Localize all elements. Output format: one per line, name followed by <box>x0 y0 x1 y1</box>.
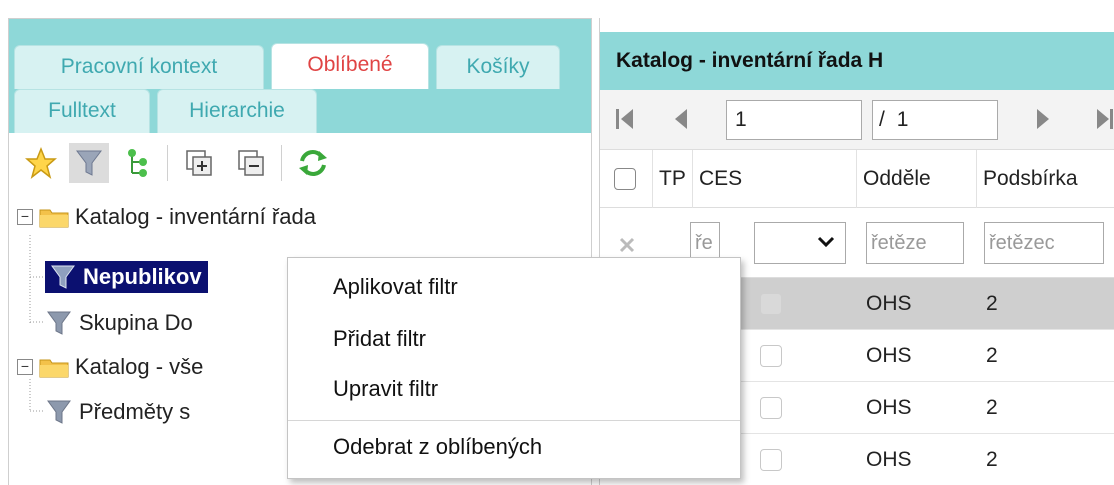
row-checkbox[interactable] <box>760 449 782 471</box>
first-page-icon[interactable] <box>614 106 636 138</box>
menu-item-aplikovat-filtr[interactable]: Aplikovat filtr <box>333 274 458 300</box>
menu-item-odebrat-z-oblibenych[interactable]: Odebrat z oblíbených <box>333 434 542 460</box>
tab-kosiky[interactable]: Košíky <box>436 45 560 89</box>
pager: 1 / 1 <box>600 90 1114 150</box>
last-page-icon[interactable] <box>1094 106 1114 138</box>
column-header-tp[interactable]: TP <box>652 150 692 208</box>
expand-all-icon[interactable] <box>179 143 219 183</box>
folder-icon <box>39 355 69 379</box>
star-icon[interactable] <box>21 143 61 183</box>
row-checkbox[interactable] <box>760 293 782 315</box>
cell-oddeleni: OHS <box>866 448 912 471</box>
favorites-toolbar <box>9 133 591 189</box>
page-total-slash: / <box>879 108 885 131</box>
menu-item-pridat-filtr[interactable]: Přidat filtr <box>333 326 426 352</box>
column-header-oddeleni[interactable]: Oddĕle <box>856 150 976 208</box>
tree-icon[interactable] <box>117 143 157 183</box>
cell-podsbirka: 2 <box>986 448 998 471</box>
cell-podsbirka: 2 <box>986 292 998 315</box>
tree-node-katalog-inventarni-rada[interactable]: − Katalog - inventární řada <box>17 197 316 237</box>
select-all-checkbox[interactable] <box>614 168 636 190</box>
chevron-down-icon <box>817 236 835 248</box>
tree-node-katalog-vse[interactable]: − Katalog - vše <box>17 347 203 387</box>
row-checkbox[interactable] <box>760 397 782 419</box>
refresh-icon[interactable] <box>293 143 333 183</box>
tree-node-predmety[interactable]: Předměty s <box>47 392 190 432</box>
toolbar-divider <box>167 145 168 181</box>
tab-fulltext[interactable]: Fulltext <box>14 89 150 133</box>
prev-page-icon[interactable] <box>672 106 690 138</box>
tree-node-nepublikov[interactable]: Nepublikov <box>45 257 208 297</box>
cell-oddeleni: OHS <box>866 344 912 367</box>
page-total-field: / 1 <box>872 100 998 140</box>
page-number-input[interactable]: 1 <box>726 100 862 140</box>
column-header-podsbirka[interactable]: Podsbírka <box>976 150 1114 208</box>
cell-podsbirka: 2 <box>986 396 998 419</box>
collapse-all-icon[interactable] <box>231 143 271 183</box>
filter-icon <box>47 311 71 335</box>
tab-pracovni-kontext[interactable]: Pracovní kontext <box>14 45 264 89</box>
grid-title: Katalog - inventární řada H <box>600 32 1114 90</box>
cell-podsbirka: 2 <box>986 344 998 367</box>
cell-oddeleni: OHS <box>866 292 912 315</box>
toolbar-divider <box>281 145 282 181</box>
tab-bar: Pracovní kontext Oblíbené Košíky Fulltex… <box>9 19 591 133</box>
filter-icon[interactable] <box>69 143 109 183</box>
filter-input-oddeleni[interactable]: řetěze <box>866 222 964 264</box>
tree-node-label: Nepublikov <box>45 261 208 293</box>
tree-node-label: Skupina Do <box>79 310 193 335</box>
page-total-value: 1 <box>896 108 909 131</box>
tree-node-skupina[interactable]: Skupina Do <box>47 303 193 343</box>
tree-node-label: Katalog - vše <box>75 354 204 379</box>
collapse-icon[interactable]: − <box>17 359 33 375</box>
grid-header: TP CES Oddĕle Podsbírka <box>600 150 1114 208</box>
filter-input-podsbirka[interactable]: řetězec <box>984 222 1104 264</box>
filter-icon <box>47 400 71 424</box>
tab-hierarchie[interactable]: Hierarchie <box>157 89 317 133</box>
context-menu: Aplikovat filtr Přidat filtr Upravit fil… <box>287 257 741 479</box>
tab-oblibene[interactable]: Oblíbené <box>271 43 429 89</box>
cell-oddeleni: OHS <box>866 396 912 419</box>
row-checkbox[interactable] <box>760 345 782 367</box>
tree-node-label: Katalog - inventární řada <box>75 204 316 229</box>
next-page-icon[interactable] <box>1034 106 1052 138</box>
folder-icon <box>39 205 69 229</box>
filter-icon <box>51 265 75 289</box>
filter-select-ces[interactable] <box>754 222 846 264</box>
menu-divider <box>288 420 740 421</box>
menu-item-upravit-filtr[interactable]: Upravit filtr <box>333 376 438 402</box>
collapse-icon[interactable]: − <box>17 209 33 225</box>
column-header-ces[interactable]: CES <box>692 150 756 208</box>
tree-node-label: Předměty s <box>79 399 191 424</box>
